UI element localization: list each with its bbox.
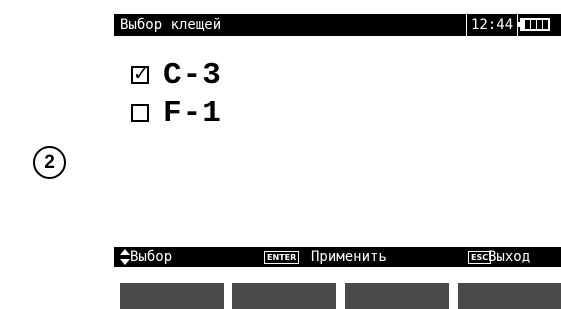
option-f1[interactable]: F-1 <box>131 94 222 132</box>
exit-hint: Выход <box>488 249 531 265</box>
select-hint: Выбор <box>130 249 173 265</box>
up-down-arrows-icon <box>120 249 130 265</box>
option-label: F-1 <box>163 95 222 131</box>
softkey-row <box>114 269 561 309</box>
device-screen: Выбор клещей 12:44 ✓ C-3 F-1 Выбор ENTER… <box>114 14 561 309</box>
title-bar: Выбор клещей 12:44 <box>114 14 561 36</box>
hint-bar: Выбор ENTER Применить ESC Выход <box>114 247 561 267</box>
softkey-1[interactable] <box>120 283 224 309</box>
battery-icon <box>520 18 550 31</box>
enter-key-icon: ENTER <box>264 251 300 264</box>
step-number-badge: 2 <box>33 146 66 179</box>
apply-hint: Применить <box>311 249 387 265</box>
option-label: C-3 <box>163 57 222 93</box>
softkey-3[interactable] <box>345 283 449 309</box>
softkey-4[interactable] <box>458 283 561 309</box>
check-mark-icon: ✓ <box>133 63 149 85</box>
option-c3[interactable]: ✓ C-3 <box>131 56 222 94</box>
clock: 12:44 <box>466 14 519 36</box>
checkbox-checked-icon[interactable]: ✓ <box>131 63 149 85</box>
clamp-options-list: ✓ C-3 F-1 <box>131 56 222 132</box>
screen-title: Выбор клещей <box>120 17 222 33</box>
softkey-2[interactable] <box>232 283 336 309</box>
checkbox-unchecked-icon[interactable] <box>131 104 149 122</box>
